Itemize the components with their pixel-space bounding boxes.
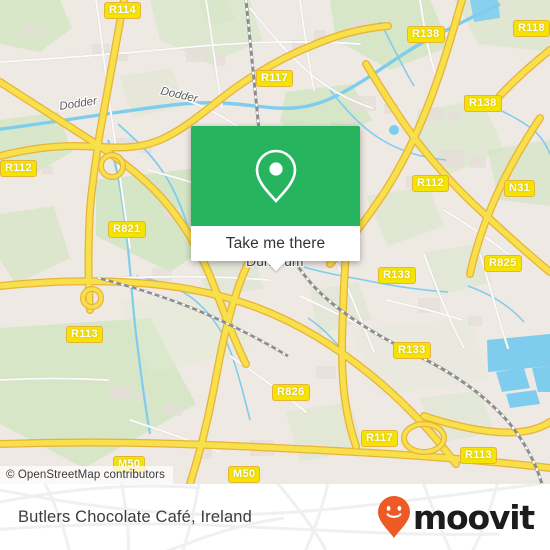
road-shield: N31 — [504, 180, 536, 197]
road-shield: R112 — [0, 160, 37, 177]
road-shield: R112 — [412, 175, 449, 192]
place-title: Butlers Chocolate Café, Ireland — [18, 507, 252, 526]
place-popup-card[interactable]: Take me there — [191, 126, 360, 271]
map-pin-icon — [255, 149, 296, 203]
road-shield: R113 — [66, 326, 103, 343]
road-shield: R821 — [108, 221, 146, 238]
road-shield: R118 — [513, 20, 550, 37]
take-me-there-button[interactable]: Take me there — [191, 226, 360, 261]
osm-attribution[interactable]: © OpenStreetMap contributors — [0, 466, 173, 484]
road-shield: R826 — [272, 384, 310, 401]
moovit-wordmark: moovit — [412, 497, 535, 537]
road-shield: R133 — [378, 267, 416, 284]
footer-bar: Butlers Chocolate Café, Ireland moovit — [0, 484, 550, 550]
popup-header — [191, 126, 360, 226]
road-shield: R113 — [460, 447, 497, 464]
moovit-logo[interactable]: moovit — [377, 484, 535, 550]
road-shield: R138 — [464, 95, 502, 112]
road-shield: R117 — [256, 70, 293, 87]
take-me-there-label: Take me there — [225, 234, 326, 252]
map-viewport[interactable]: .g{fill:#cfe5bf} .g2{fill:#dfecd3} .bld{… — [0, 0, 550, 484]
moovit-smiley-pin-icon — [377, 496, 410, 538]
road-shield: R133 — [393, 342, 431, 359]
road-shield: R825 — [484, 255, 522, 272]
popup-tail — [265, 261, 286, 271]
road-shield: R138 — [407, 26, 445, 43]
road-shield: R117 — [361, 430, 398, 447]
moovit-place-card-screenshot: .g{fill:#cfe5bf} .g2{fill:#dfecd3} .bld{… — [0, 0, 550, 550]
road-shield: R114 — [104, 2, 141, 19]
road-shield: M50 — [228, 466, 261, 483]
